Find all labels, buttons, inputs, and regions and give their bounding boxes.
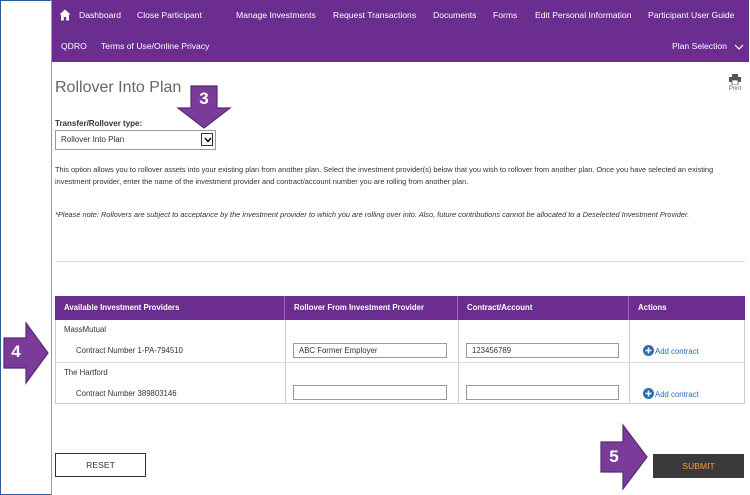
rollover-from-input[interactable]: ABC Former Employer (293, 343, 447, 358)
callout-arrow-4: 4 (2, 321, 50, 385)
reset-button[interactable]: RESET (55, 453, 146, 477)
callout-number: 4 (11, 342, 21, 361)
contract-account-input[interactable] (466, 385, 619, 400)
callout-number: 3 (199, 89, 209, 108)
nav-close-participant[interactable]: Close Participant (137, 10, 202, 20)
nav-documents[interactable]: Documents (433, 10, 476, 20)
callout-arrow-5: 5 (599, 423, 649, 491)
nav-forms[interactable]: Forms (493, 10, 517, 20)
transfer-type-select[interactable]: Rollover Into Plan (55, 130, 216, 150)
nav-manage-investments[interactable]: Manage Investments (236, 10, 316, 20)
contract-number: Contract Number 389803146 (76, 389, 177, 398)
plus-circle-icon (643, 388, 654, 399)
transfer-type-label: Transfer/Rollover type: (55, 119, 143, 128)
chevron-down-icon (204, 137, 212, 143)
add-contract-link[interactable]: Add contract (643, 388, 699, 399)
col-header-rollover-from: Rollover From Investment Provider (285, 296, 458, 320)
select-dropdown-arrow[interactable] (201, 133, 213, 146)
provider-name: MassMutual (64, 325, 107, 334)
top-nav: Dashboard Close Participant Manage Inves… (52, 0, 749, 62)
nav-row-primary: Dashboard Close Participant Manage Inves… (52, 3, 749, 33)
plan-selection-menu[interactable]: Plan Selection (672, 41, 727, 51)
add-contract-label: Add contract (655, 390, 699, 399)
contract-account-input[interactable]: 123456789 (466, 343, 619, 358)
chevron-down-icon[interactable] (734, 43, 744, 51)
provider-name: The Hartford (64, 368, 108, 377)
printer-icon (729, 74, 741, 85)
col-header-contract-account: Contract/Account (458, 296, 629, 320)
nav-dashboard[interactable]: Dashboard (79, 10, 121, 20)
section-divider (55, 261, 745, 262)
table-row-divider (55, 362, 745, 363)
callout-number: 5 (609, 447, 619, 466)
nav-terms-of-use[interactable]: Terms of Use/Online Privacy (101, 41, 209, 51)
nav-request-transactions[interactable]: Request Transactions (333, 10, 416, 20)
add-contract-link[interactable]: Add contract (643, 345, 699, 356)
contract-number: Contract Number 1-PA-794510 (76, 346, 183, 355)
print-label: Print (728, 86, 742, 92)
rollover-from-input[interactable] (293, 385, 447, 400)
page-title: Rollover Into Plan (55, 79, 182, 96)
print-button[interactable]: Print (725, 74, 745, 92)
page-frame (51, 0, 750, 495)
callout-arrow-3: 3 (175, 84, 233, 130)
nav-qdro[interactable]: QDRO (61, 41, 87, 51)
rollover-note: *Please note: Rollovers are subject to a… (55, 210, 690, 219)
nav-participant-user-guide[interactable]: Participant User Guide (648, 10, 734, 20)
home-icon[interactable] (59, 9, 71, 21)
nav-row-secondary: QDRO Terms of Use/Online Privacy Plan Se… (52, 34, 749, 64)
col-header-providers: Available Investment Providers (55, 296, 285, 320)
submit-button[interactable]: SUBMIT (653, 454, 744, 478)
col-header-actions: Actions (638, 303, 667, 312)
plus-circle-icon (643, 345, 654, 356)
providers-table-header: Available Investment Providers Rollover … (55, 296, 745, 320)
transfer-type-value: Rollover Into Plan (61, 135, 125, 144)
nav-edit-personal-information[interactable]: Edit Personal Information (535, 10, 632, 20)
description-text: This option allows you to rollover asset… (55, 165, 714, 187)
add-contract-label: Add contract (655, 347, 699, 356)
